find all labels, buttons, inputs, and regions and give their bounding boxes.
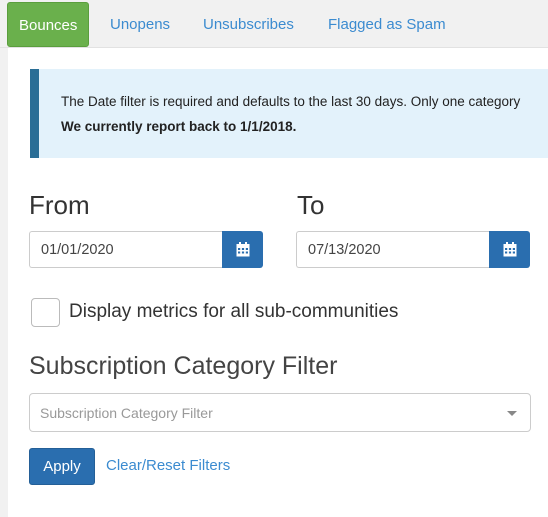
report-tabs: Bounces Unopens Unsubscribes Flagged as … bbox=[0, 0, 548, 48]
calendar-icon bbox=[503, 242, 516, 257]
left-gutter bbox=[0, 48, 8, 517]
notice-line-1: The Date filter is required and defaults… bbox=[61, 94, 521, 109]
to-date-input[interactable] bbox=[296, 231, 489, 268]
apply-button[interactable]: Apply bbox=[29, 448, 95, 485]
from-date-group bbox=[29, 231, 263, 268]
category-filter-select[interactable]: Subscription Category Filter bbox=[29, 393, 531, 432]
chevron-down-icon bbox=[507, 411, 517, 416]
tab-flagged-as-spam[interactable]: Flagged as Spam bbox=[328, 2, 446, 47]
calendar-icon bbox=[236, 242, 249, 257]
to-date-group bbox=[296, 231, 530, 268]
subcommunities-label[interactable]: Display metrics for all sub-communities bbox=[69, 301, 398, 323]
to-calendar-button[interactable] bbox=[489, 231, 530, 268]
clear-reset-filters-link[interactable]: Clear/Reset Filters bbox=[106, 457, 230, 474]
to-label: To bbox=[297, 190, 325, 220]
tab-unsubscribes[interactable]: Unsubscribes bbox=[203, 2, 294, 47]
category-filter-placeholder: Subscription Category Filter bbox=[40, 405, 213, 421]
date-filter-notice: The Date filter is required and defaults… bbox=[30, 69, 548, 158]
from-calendar-button[interactable] bbox=[222, 231, 263, 268]
subcommunities-checkbox[interactable] bbox=[31, 298, 60, 327]
category-filter-title: Subscription Category Filter bbox=[29, 352, 338, 380]
tab-unopens[interactable]: Unopens bbox=[110, 2, 170, 47]
from-date-input[interactable] bbox=[29, 231, 222, 268]
from-label: From bbox=[29, 190, 90, 220]
tab-bounces[interactable]: Bounces bbox=[7, 2, 90, 47]
notice-line-2: We currently report back to 1/1/2018. bbox=[61, 119, 297, 134]
